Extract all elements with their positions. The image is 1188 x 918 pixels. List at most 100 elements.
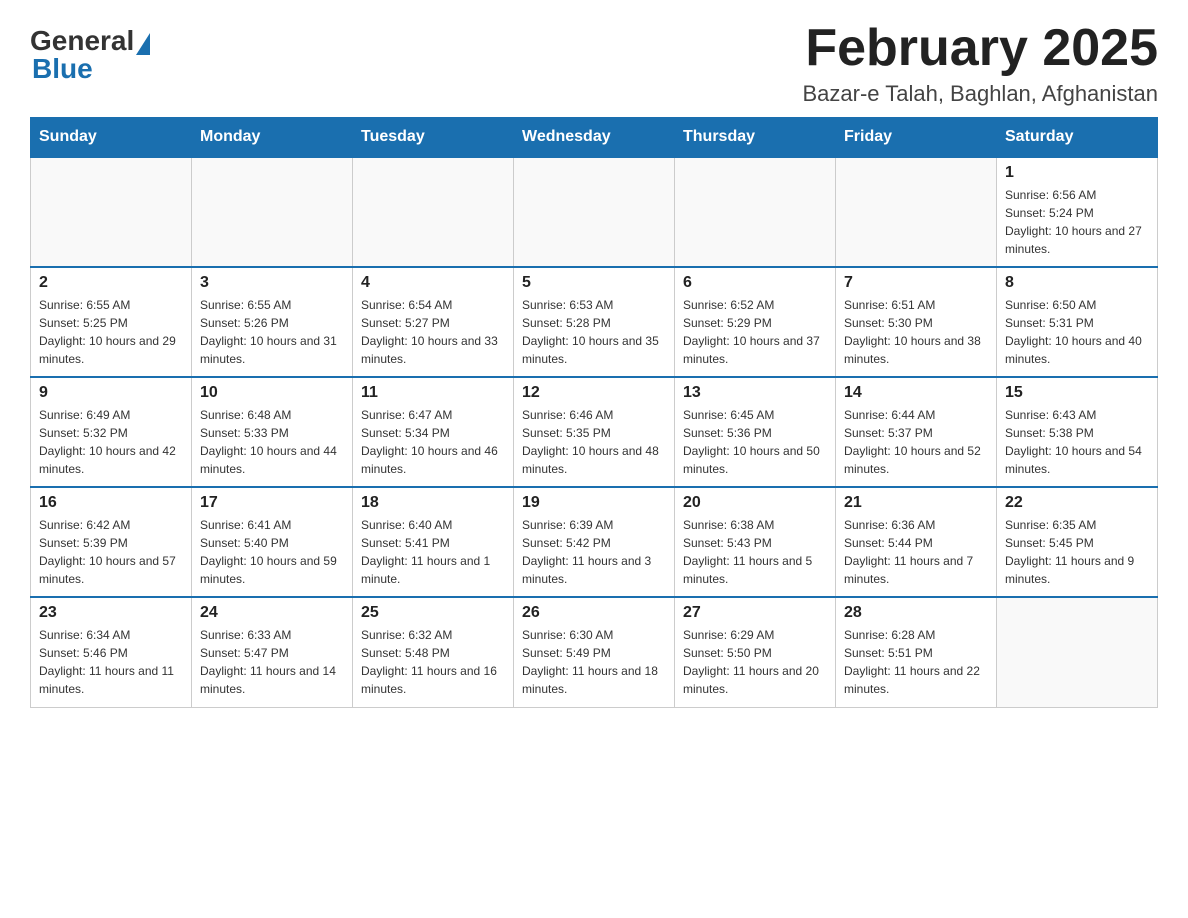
calendar-cell: 18 Sunrise: 6:40 AM Sunset: 5:41 PM Dayli… — [353, 487, 514, 597]
calendar-table: SundayMondayTuesdayWednesdayThursdayFrid… — [30, 117, 1158, 708]
calendar-cell: 22 Sunrise: 6:35 AM Sunset: 5:45 PM Dayli… — [997, 487, 1158, 597]
day-number: 2 — [39, 274, 183, 292]
day-number: 13 — [683, 384, 827, 402]
day-info: Sunrise: 6:44 AM Sunset: 5:37 PM Dayligh… — [844, 406, 988, 478]
title-section: February 2025 Bazar-e Talah, Baghlan, Af… — [802, 20, 1158, 107]
day-info: Sunrise: 6:41 AM Sunset: 5:40 PM Dayligh… — [200, 516, 344, 588]
calendar-cell: 12 Sunrise: 6:46 AM Sunset: 5:35 PM Dayli… — [514, 377, 675, 487]
day-info: Sunrise: 6:33 AM Sunset: 5:47 PM Dayligh… — [200, 626, 344, 698]
day-number: 19 — [522, 494, 666, 512]
day-number: 8 — [1005, 274, 1149, 292]
day-info: Sunrise: 6:55 AM Sunset: 5:26 PM Dayligh… — [200, 296, 344, 368]
day-number: 15 — [1005, 384, 1149, 402]
day-info: Sunrise: 6:28 AM Sunset: 5:51 PM Dayligh… — [844, 626, 988, 698]
calendar-cell: 11 Sunrise: 6:47 AM Sunset: 5:34 PM Dayli… — [353, 377, 514, 487]
day-info: Sunrise: 6:29 AM Sunset: 5:50 PM Dayligh… — [683, 626, 827, 698]
day-of-week-header: Thursday — [675, 118, 836, 158]
calendar-cell: 23 Sunrise: 6:34 AM Sunset: 5:46 PM Dayli… — [31, 597, 192, 707]
calendar-week-row: 2 Sunrise: 6:55 AM Sunset: 5:25 PM Daylig… — [31, 267, 1158, 377]
day-number: 12 — [522, 384, 666, 402]
day-number: 21 — [844, 494, 988, 512]
day-info: Sunrise: 6:30 AM Sunset: 5:49 PM Dayligh… — [522, 626, 666, 698]
day-info: Sunrise: 6:47 AM Sunset: 5:34 PM Dayligh… — [361, 406, 505, 478]
calendar-week-row: 23 Sunrise: 6:34 AM Sunset: 5:46 PM Dayli… — [31, 597, 1158, 707]
day-number: 11 — [361, 384, 505, 402]
calendar-cell: 9Sunrise: 6:49 AM Sunset: 5:32 PM Daylig… — [31, 377, 192, 487]
day-number: 6 — [683, 274, 827, 292]
day-number: 22 — [1005, 494, 1149, 512]
calendar-cell: 19Sunrise: 6:39 AM Sunset: 5:42 PM Dayli… — [514, 487, 675, 597]
calendar-cell: 14 Sunrise: 6:44 AM Sunset: 5:37 PM Dayli… — [836, 377, 997, 487]
day-info: Sunrise: 6:45 AM Sunset: 5:36 PM Dayligh… — [683, 406, 827, 478]
logo-blue-text: Blue — [32, 53, 93, 85]
calendar-header-row: SundayMondayTuesdayWednesdayThursdayFrid… — [31, 118, 1158, 158]
day-info: Sunrise: 6:55 AM Sunset: 5:25 PM Dayligh… — [39, 296, 183, 368]
calendar-cell — [353, 157, 514, 267]
day-info: Sunrise: 6:32 AM Sunset: 5:48 PM Dayligh… — [361, 626, 505, 698]
day-number: 14 — [844, 384, 988, 402]
day-info: Sunrise: 6:53 AM Sunset: 5:28 PM Dayligh… — [522, 296, 666, 368]
day-of-week-header: Friday — [836, 118, 997, 158]
day-number: 10 — [200, 384, 344, 402]
day-number: 27 — [683, 604, 827, 622]
calendar-cell — [31, 157, 192, 267]
day-of-week-header: Saturday — [997, 118, 1158, 158]
calendar-cell: 10Sunrise: 6:48 AM Sunset: 5:33 PM Dayli… — [192, 377, 353, 487]
day-number: 18 — [361, 494, 505, 512]
logo: General Blue — [30, 20, 152, 85]
calendar-cell — [192, 157, 353, 267]
calendar-cell: 21 Sunrise: 6:36 AM Sunset: 5:44 PM Dayli… — [836, 487, 997, 597]
calendar-cell: 28 Sunrise: 6:28 AM Sunset: 5:51 PM Dayli… — [836, 597, 997, 707]
day-info: Sunrise: 6:50 AM Sunset: 5:31 PM Dayligh… — [1005, 296, 1149, 368]
calendar-cell: 3 Sunrise: 6:55 AM Sunset: 5:26 PM Daylig… — [192, 267, 353, 377]
day-info: Sunrise: 6:43 AM Sunset: 5:38 PM Dayligh… — [1005, 406, 1149, 478]
day-of-week-header: Tuesday — [353, 118, 514, 158]
day-info: Sunrise: 6:36 AM Sunset: 5:44 PM Dayligh… — [844, 516, 988, 588]
calendar-cell: 15 Sunrise: 6:43 AM Sunset: 5:38 PM Dayli… — [997, 377, 1158, 487]
day-number: 5 — [522, 274, 666, 292]
calendar-cell — [675, 157, 836, 267]
day-number: 20 — [683, 494, 827, 512]
day-number: 7 — [844, 274, 988, 292]
day-info: Sunrise: 6:40 AM Sunset: 5:41 PM Dayligh… — [361, 516, 505, 588]
day-info: Sunrise: 6:42 AM Sunset: 5:39 PM Dayligh… — [39, 516, 183, 588]
day-number: 3 — [200, 274, 344, 292]
day-of-week-header: Monday — [192, 118, 353, 158]
day-number: 26 — [522, 604, 666, 622]
day-of-week-header: Sunday — [31, 118, 192, 158]
day-info: Sunrise: 6:51 AM Sunset: 5:30 PM Dayligh… — [844, 296, 988, 368]
day-info: Sunrise: 6:35 AM Sunset: 5:45 PM Dayligh… — [1005, 516, 1149, 588]
calendar-cell: 27 Sunrise: 6:29 AM Sunset: 5:50 PM Dayli… — [675, 597, 836, 707]
calendar-cell: 8 Sunrise: 6:50 AM Sunset: 5:31 PM Daylig… — [997, 267, 1158, 377]
day-number: 17 — [200, 494, 344, 512]
calendar-cell — [997, 597, 1158, 707]
day-info: Sunrise: 6:56 AM Sunset: 5:24 PM Dayligh… — [1005, 186, 1149, 258]
day-number: 24 — [200, 604, 344, 622]
calendar-week-row: 16Sunrise: 6:42 AM Sunset: 5:39 PM Dayli… — [31, 487, 1158, 597]
calendar-cell: 25 Sunrise: 6:32 AM Sunset: 5:48 PM Dayli… — [353, 597, 514, 707]
calendar-cell: 26 Sunrise: 6:30 AM Sunset: 5:49 PM Dayli… — [514, 597, 675, 707]
calendar-cell: 20Sunrise: 6:38 AM Sunset: 5:43 PM Dayli… — [675, 487, 836, 597]
page-header: General Blue February 2025 Bazar-e Talah… — [30, 20, 1158, 107]
calendar-cell: 4 Sunrise: 6:54 AM Sunset: 5:27 PM Daylig… — [353, 267, 514, 377]
calendar-cell: 7 Sunrise: 6:51 AM Sunset: 5:30 PM Daylig… — [836, 267, 997, 377]
day-info: Sunrise: 6:34 AM Sunset: 5:46 PM Dayligh… — [39, 626, 183, 698]
month-title: February 2025 — [802, 20, 1158, 77]
day-info: Sunrise: 6:46 AM Sunset: 5:35 PM Dayligh… — [522, 406, 666, 478]
day-info: Sunrise: 6:52 AM Sunset: 5:29 PM Dayligh… — [683, 296, 827, 368]
day-number: 23 — [39, 604, 183, 622]
calendar-cell: 16Sunrise: 6:42 AM Sunset: 5:39 PM Dayli… — [31, 487, 192, 597]
day-number: 28 — [844, 604, 988, 622]
day-number: 25 — [361, 604, 505, 622]
day-number: 4 — [361, 274, 505, 292]
calendar-cell: 13 Sunrise: 6:45 AM Sunset: 5:36 PM Dayli… — [675, 377, 836, 487]
day-info: Sunrise: 6:49 AM Sunset: 5:32 PM Dayligh… — [39, 406, 183, 478]
calendar-cell: 6 Sunrise: 6:52 AM Sunset: 5:29 PM Daylig… — [675, 267, 836, 377]
day-number: 1 — [1005, 164, 1149, 182]
calendar-cell: 5 Sunrise: 6:53 AM Sunset: 5:28 PM Daylig… — [514, 267, 675, 377]
calendar-cell: 24 Sunrise: 6:33 AM Sunset: 5:47 PM Dayli… — [192, 597, 353, 707]
calendar-cell: 1 Sunrise: 6:56 AM Sunset: 5:24 PM Daylig… — [997, 157, 1158, 267]
day-info: Sunrise: 6:54 AM Sunset: 5:27 PM Dayligh… — [361, 296, 505, 368]
calendar-cell — [836, 157, 997, 267]
logo-triangle-icon — [136, 33, 150, 55]
